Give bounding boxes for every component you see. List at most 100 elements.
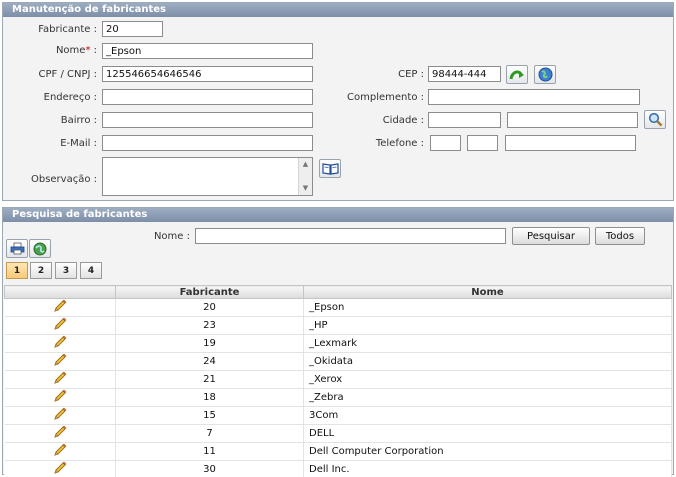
edit-cell[interactable] <box>4 370 116 389</box>
nome-cell: _Okidata <box>303 352 672 371</box>
table-row[interactable]: 21 _Xerox <box>4 370 672 389</box>
table-row[interactable]: 18 _Zebra <box>4 388 672 407</box>
edit-cell[interactable] <box>4 460 116 477</box>
nome-cell: _Epson <box>303 298 672 317</box>
cidade-label: Cidade : <box>382 115 424 126</box>
pencil-icon <box>54 461 67 474</box>
pencil-icon <box>54 371 67 384</box>
fabricante-cell: 20 <box>115 298 304 317</box>
fabricante-cell: 11 <box>115 442 304 461</box>
table-row[interactable]: 24 _Okidata <box>4 352 672 371</box>
complemento-label: Complemento : <box>347 92 424 103</box>
pencil-icon <box>54 443 67 456</box>
scroll-up-arrow-icon[interactable]: ▲ <box>299 158 312 171</box>
edit-cell[interactable] <box>4 352 116 371</box>
edit-cell[interactable] <box>4 424 116 443</box>
bairro-label: Bairro : <box>60 115 97 126</box>
email-field[interactable] <box>102 135 313 151</box>
observacao-label: Observação : <box>30 174 97 185</box>
globe-export-icon <box>33 242 47 255</box>
print-button[interactable] <box>6 239 28 258</box>
table-row[interactable]: 11 Dell Computer Corporation <box>4 442 672 461</box>
cep-web-button[interactable] <box>534 65 556 84</box>
cpf-label: CPF / CNPJ : <box>38 69 97 80</box>
telefone-ddd-field[interactable] <box>467 135 498 151</box>
cep-label: CEP : <box>398 69 424 80</box>
pencil-icon <box>54 407 67 420</box>
pencil-icon <box>54 389 67 402</box>
page-button-2[interactable]: 2 <box>30 262 52 279</box>
fabricante-cell: 18 <box>115 388 304 407</box>
table-row[interactable]: 7 DELL <box>4 424 672 443</box>
search-nome-label: Nome : <box>153 231 190 242</box>
fabricante-cell: 15 <box>115 406 304 425</box>
nome-cell: _HP <box>303 316 672 335</box>
pencil-icon <box>54 353 67 366</box>
pencil-icon <box>54 335 67 348</box>
cep-field[interactable] <box>428 66 501 82</box>
book-icon <box>321 163 339 175</box>
fabricante-cell: 23 <box>115 316 304 335</box>
table-row[interactable]: 30 Dell Inc. <box>4 460 672 477</box>
telefone-label: Telefone : <box>375 138 424 149</box>
nome-cell: _Xerox <box>303 370 672 389</box>
fabricante-field[interactable] <box>102 21 163 37</box>
table-row[interactable]: 20 _Epson <box>4 298 672 317</box>
export-button[interactable] <box>29 239 51 258</box>
fabricante-cell: 21 <box>115 370 304 389</box>
magnifier-icon <box>648 112 662 127</box>
edit-cell[interactable] <box>4 442 116 461</box>
edit-cell[interactable] <box>4 316 116 335</box>
printer-icon <box>10 242 24 255</box>
pencil-icon <box>54 317 67 330</box>
pencil-icon <box>54 425 67 438</box>
all-button[interactable]: Todos <box>595 227 645 245</box>
page-button-1[interactable]: 1 <box>6 262 28 279</box>
page-button-3[interactable]: 3 <box>55 262 77 279</box>
scroll-down-arrow-icon[interactable]: ▼ <box>299 182 312 195</box>
table-body: 20 _Epson 23 _HP 19 _Lexmark 24 _Okidata 21 _Xero… <box>4 298 672 477</box>
email-label: E-Mail : <box>60 138 97 149</box>
nome-label: Nome* : <box>20 45 97 56</box>
edit-cell[interactable] <box>4 388 116 407</box>
cidade-name-field[interactable] <box>507 112 638 128</box>
nome-label-colon: : <box>90 45 97 56</box>
endereco-field[interactable] <box>102 89 313 105</box>
column-header-edit <box>4 285 116 299</box>
observacao-scrollbar[interactable]: ▲ ▼ <box>298 158 312 195</box>
fabricante-label: Fabricante : <box>38 24 97 35</box>
fabricante-cell: 19 <box>115 334 304 353</box>
cpf-field[interactable] <box>102 66 313 82</box>
bairro-field[interactable] <box>102 112 313 128</box>
column-header-fabricante[interactable]: Fabricante <box>115 285 304 299</box>
complemento-field[interactable] <box>428 89 640 105</box>
nome-field[interactable] <box>102 43 313 59</box>
search-button[interactable]: Pesquisar <box>512 227 590 245</box>
nome-cell: DELL <box>303 424 672 443</box>
column-header-nome[interactable]: Nome <box>303 285 672 299</box>
fabricante-cell: 30 <box>115 460 304 477</box>
green-arrow-icon <box>509 69 524 79</box>
edit-cell[interactable] <box>4 334 116 353</box>
nome-cell: Dell Inc. <box>303 460 672 477</box>
telefone-ddi-field[interactable] <box>430 135 461 151</box>
table-row[interactable]: 23 _HP <box>4 316 672 335</box>
page-button-4[interactable]: 4 <box>80 262 102 279</box>
edit-cell[interactable] <box>4 406 116 425</box>
edit-cell[interactable] <box>4 298 116 317</box>
observacao-textarea[interactable] <box>102 157 313 196</box>
results-table: Fabricante Nome 20 _Epson 23 _HP 19 _Lexmark 2… <box>4 285 672 477</box>
globe-icon <box>538 67 552 82</box>
cidade-code-field[interactable] <box>428 112 501 128</box>
search-nome-field[interactable] <box>195 228 506 244</box>
telefone-number-field[interactable] <box>505 135 636 151</box>
nome-cell: _Zebra <box>303 388 672 407</box>
table-row[interactable]: 19 _Lexmark <box>4 334 672 353</box>
table-row[interactable]: 15 3Com <box>4 406 672 425</box>
search-panel-title: Pesquisa de fabricantes <box>3 208 673 222</box>
cidade-search-button[interactable] <box>644 110 666 129</box>
cep-search-button[interactable] <box>506 65 528 84</box>
fabricante-cell: 24 <box>115 352 304 371</box>
observacao-book-button[interactable] <box>319 159 341 178</box>
pencil-icon <box>54 299 67 312</box>
